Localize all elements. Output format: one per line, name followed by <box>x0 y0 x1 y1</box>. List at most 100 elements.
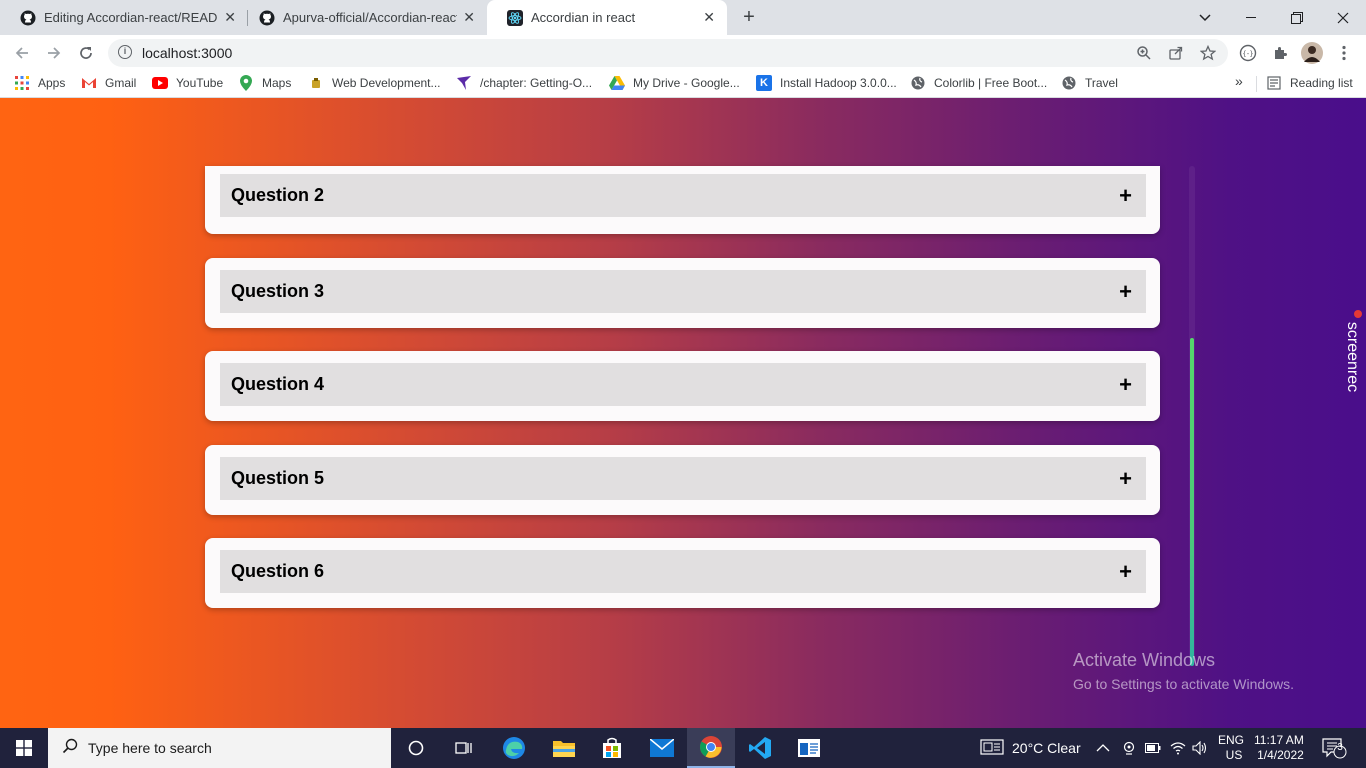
tab-readme[interactable]: Editing Accordian-react/README ✕ <box>0 0 248 35</box>
wifi-icon[interactable] <box>1170 728 1186 768</box>
tab-search-chevron-icon[interactable] <box>1182 0 1228 35</box>
tray-chevron-icon[interactable] <box>1096 728 1110 768</box>
new-tab-button[interactable]: + <box>738 6 760 28</box>
share-icon[interactable] <box>1164 41 1188 65</box>
screenrec-badge: screenrec <box>1344 308 1366 408</box>
react-icon <box>507 9 523 26</box>
back-arrow-icon[interactable] <box>10 41 34 65</box>
weather-widget[interactable]: 20°C Clear <box>980 728 1081 768</box>
plus-icon[interactable]: + <box>1119 184 1132 207</box>
record-dot-icon <box>1354 310 1362 318</box>
bookmark-colorlib[interactable]: Colorlib | Free Boot... <box>910 75 1047 91</box>
accordion-item: Question 2 + <box>205 166 1160 234</box>
app-window-icon[interactable] <box>785 728 833 768</box>
question-title: Question 4 <box>231 374 325 394</box>
cortana-icon[interactable] <box>392 728 440 768</box>
restore-button[interactable] <box>1274 0 1320 35</box>
minimize-button[interactable] <box>1228 0 1274 35</box>
k-icon: K <box>756 75 772 91</box>
accordion-item: Question 3 + <box>205 258 1160 328</box>
volume-icon[interactable] <box>1192 728 1208 768</box>
bookmark-maps[interactable]: Maps <box>238 75 291 91</box>
site-info-icon[interactable]: i <box>118 45 132 59</box>
accordion-header[interactable]: Question 4 + <box>220 363 1146 406</box>
extension-code-icon[interactable]: {-} <box>1236 41 1260 65</box>
chrome-taskbar-icon[interactable] <box>687 728 735 768</box>
youtube-icon <box>152 75 168 91</box>
mail-icon[interactable] <box>638 728 686 768</box>
bookmark-gmail[interactable]: Gmail <box>81 75 136 91</box>
accordion-item: Question 5 + <box>205 445 1160 515</box>
bookmarks-bar: Apps Gmail YouTube Maps Web Development.… <box>0 70 1366 98</box>
bookmark-web-development[interactable]: Web Development... <box>308 75 441 91</box>
url-text: localhost:3000 <box>142 45 233 61</box>
accordion-item: Question 6 + <box>205 538 1160 608</box>
accordion-header[interactable]: Question 6 + <box>220 550 1146 593</box>
tab-accordian[interactable]: Accordian in react ✕ <box>487 0 727 35</box>
bookmark-apps[interactable]: Apps <box>14 75 65 91</box>
question-title: Question 2 <box>231 185 325 205</box>
bookmark-travel[interactable]: Travel <box>1061 75 1118 91</box>
drive-icon <box>609 75 625 91</box>
menu-kebab-icon[interactable] <box>1332 41 1356 65</box>
tab-close-icon[interactable]: ✕ <box>224 10 236 24</box>
svg-text:{-}: {-} <box>1242 50 1253 58</box>
accordion-item: Question 4 + <box>205 351 1160 421</box>
address-bar[interactable]: i localhost:3000 <box>108 39 1228 67</box>
maps-icon <box>238 75 254 91</box>
question-title: Question 6 <box>231 561 325 581</box>
notification-center-icon[interactable]: 3 <box>1322 728 1348 768</box>
github-icon <box>20 10 36 26</box>
start-windows-icon[interactable] <box>0 728 48 768</box>
scrollbar-thumb[interactable] <box>1190 338 1194 666</box>
weather-icon <box>980 738 1004 758</box>
plus-icon[interactable]: + <box>1119 560 1132 583</box>
folder-icon <box>308 75 324 91</box>
plus-icon[interactable]: + <box>1119 373 1132 396</box>
tab-repo[interactable]: Apurva-official/Accordian-react ✕ <box>239 0 487 35</box>
bookmark-separator <box>1256 76 1257 92</box>
reading-list-button[interactable]: Reading list <box>1266 75 1353 91</box>
plus-icon[interactable]: + <box>1119 467 1132 490</box>
plus-icon[interactable]: + <box>1119 280 1132 303</box>
windows-taskbar: Type here to search 20°C Clear ENG US 11… <box>0 728 1366 768</box>
close-window-button[interactable] <box>1320 0 1366 35</box>
tab-close-icon[interactable]: ✕ <box>703 10 715 24</box>
taskbar-search-box[interactable]: Type here to search <box>48 728 391 768</box>
bookmark-chapter[interactable]: /chapter: Getting-O... <box>456 75 592 91</box>
github-icon <box>259 10 275 26</box>
globe-icon <box>910 75 926 91</box>
accordion-header[interactable]: Question 5 + <box>220 457 1146 500</box>
apps-grid-icon <box>14 75 30 91</box>
bookmark-youtube[interactable]: YouTube <box>152 75 223 91</box>
webcam-icon[interactable] <box>1122 728 1136 768</box>
edge-browser-icon[interactable] <box>490 728 538 768</box>
battery-icon[interactable] <box>1145 728 1161 768</box>
tab-close-icon[interactable]: ✕ <box>463 10 475 24</box>
browser-tabstrip: Editing Accordian-react/README ✕ Apurva-… <box>0 0 1366 35</box>
bookmark-hadoop[interactable]: K Install Hadoop 3.0.0... <box>756 75 897 91</box>
task-view-icon[interactable] <box>440 728 488 768</box>
language-indicator[interactable]: ENG US <box>1218 728 1244 768</box>
microsoft-store-icon[interactable] <box>588 728 636 768</box>
accordion-header[interactable]: Question 2 + <box>220 174 1146 217</box>
extensions-puzzle-icon[interactable] <box>1268 41 1292 65</box>
question-title: Question 3 <box>231 281 325 301</box>
page-viewport: Question 2 + Question 3 + Question 4 + Q… <box>0 98 1366 728</box>
reload-icon[interactable] <box>74 41 98 65</box>
reading-list-icon <box>1266 75 1282 91</box>
forward-arrow-icon[interactable] <box>42 41 66 65</box>
bookmark-my-drive[interactable]: My Drive - Google... <box>609 75 740 91</box>
clock[interactable]: 11:17 AM 1/4/2022 <box>1254 728 1304 768</box>
more-bookmarks-button[interactable]: » <box>1235 73 1243 89</box>
file-explorer-icon[interactable] <box>540 728 588 768</box>
profile-avatar[interactable] <box>1300 41 1324 65</box>
gmail-icon <box>81 75 97 91</box>
accordion-header[interactable]: Question 3 + <box>220 270 1146 313</box>
notification-count: 3 <box>1337 742 1343 753</box>
search-icon <box>62 738 78 759</box>
globe-icon <box>1061 75 1077 91</box>
bookmark-star-icon[interactable] <box>1196 41 1220 65</box>
vscode-icon[interactable] <box>736 728 784 768</box>
zoom-icon[interactable] <box>1132 41 1156 65</box>
